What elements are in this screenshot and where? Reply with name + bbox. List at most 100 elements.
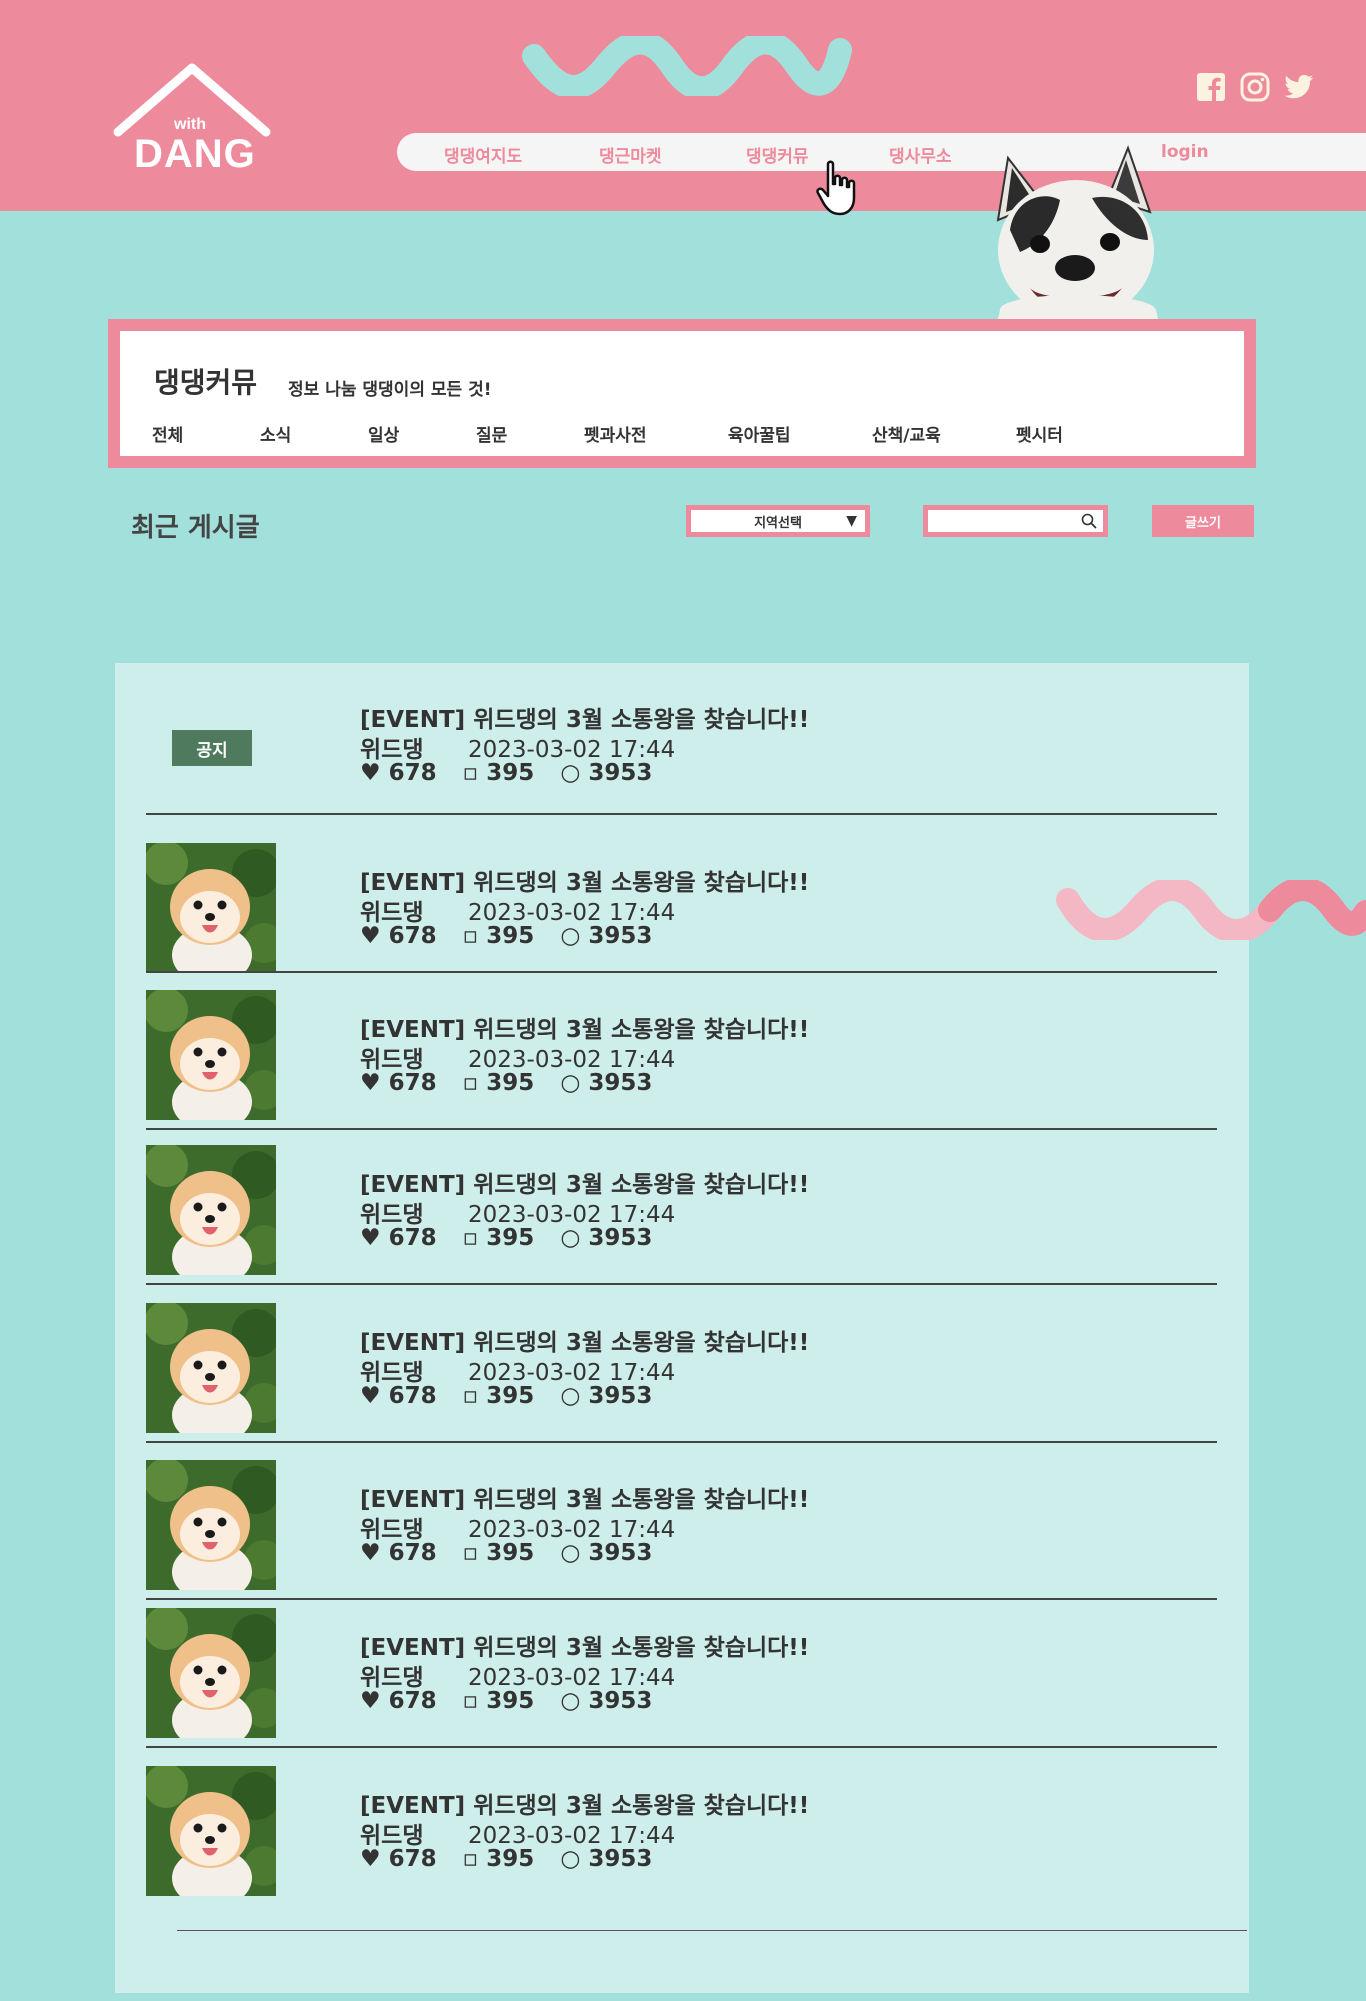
post-title[interactable]: [EVENT] 위드댕의 3월 소통왕을 찾습니다!! <box>360 1786 809 1820</box>
comment-icon: ▫ <box>462 760 479 786</box>
post-title[interactable]: [EVENT] 위드댕의 3월 소통왕을 찾습니다!! <box>360 1165 809 1199</box>
decorative-squiggle-pink <box>1056 880 1366 940</box>
tab-question[interactable]: 질문 <box>476 421 507 446</box>
dog-thumbnail[interactable] <box>146 1766 276 1896</box>
comment-count: 395 <box>486 1688 535 1714</box>
dog-thumbnail[interactable] <box>146 1460 276 1590</box>
comment-icon: ▫ <box>462 1070 479 1096</box>
nav-item-map[interactable]: 댕댕여지도 <box>444 142 522 167</box>
tab-pet-dictionary[interactable]: 펫과사전 <box>584 421 647 446</box>
row-divider <box>146 1598 1217 1600</box>
dog-thumbnail[interactable] <box>146 843 276 973</box>
recent-posts-title: 최근 게시글 <box>131 513 260 543</box>
search-input[interactable] <box>934 511 1074 532</box>
nav-item-community[interactable]: 댕댕커뮤 <box>746 142 809 167</box>
like-count: 678 <box>388 1225 437 1251</box>
post-stats: ♥ 678 ▫ 395 ○ 3953 <box>360 1688 670 1714</box>
search-icon[interactable] <box>1081 513 1097 529</box>
post-author: 위드댕 <box>360 1517 424 1543</box>
search-box <box>923 505 1108 537</box>
heart-icon: ♥ <box>360 1688 381 1714</box>
post-meta: 위드댕 2023-03-02 17:44 <box>360 1353 675 1387</box>
like-count: 678 <box>388 1688 437 1714</box>
instagram-icon[interactable] <box>1240 72 1270 102</box>
like-count: 678 <box>388 1383 437 1409</box>
row-divider <box>146 813 1217 815</box>
dog-thumbnail[interactable] <box>146 1145 276 1275</box>
post-author: 위드댕 <box>360 1360 424 1386</box>
region-select-label: 지역선택 <box>754 515 802 531</box>
post-stats: ♥ 678 ▫ 395 ○ 3953 <box>360 1225 670 1251</box>
comment-count: 395 <box>486 1225 535 1251</box>
like-count: 678 <box>388 1846 437 1872</box>
row-divider <box>146 1283 1217 1285</box>
view-icon: ○ <box>560 1383 581 1409</box>
dog-thumbnail[interactable] <box>146 1303 276 1433</box>
post-title[interactable]: [EVENT] 위드댕의 3월 소통왕을 찾습니다!! <box>360 863 809 897</box>
tab-parenting-tips[interactable]: 육아꿀팁 <box>728 421 791 446</box>
comment-icon: ▫ <box>462 1383 479 1409</box>
list-bottom-divider <box>177 1930 1247 1931</box>
view-icon: ○ <box>560 1540 581 1566</box>
view-icon: ○ <box>560 760 581 786</box>
main-nav: 댕댕여지도 댕근마켓 댕댕커뮤 댕사무소 login <box>397 133 1366 171</box>
view-icon: ○ <box>560 1225 581 1251</box>
tab-walk-education[interactable]: 산책/교육 <box>872 421 941 446</box>
region-select[interactable]: 지역선택 ▼ <box>686 505 870 537</box>
comment-icon: ▫ <box>462 1540 479 1566</box>
comment-count: 395 <box>486 760 535 786</box>
nav-item-market[interactable]: 댕근마켓 <box>599 142 662 167</box>
nav-item-office[interactable]: 댕사무소 <box>889 142 952 167</box>
tab-daily[interactable]: 일상 <box>368 421 399 446</box>
post-meta: 위드댕 2023-03-02 17:44 <box>360 1816 675 1850</box>
comment-icon: ▫ <box>462 1688 479 1714</box>
view-icon: ○ <box>560 1688 581 1714</box>
post-author: 위드댕 <box>360 900 424 926</box>
post-meta: 위드댕 2023-03-02 17:44 <box>360 1658 675 1692</box>
logo-dang-text: DANG <box>134 132 256 176</box>
logo[interactable]: with DANG <box>112 62 272 177</box>
post-meta: 위드댕 2023-03-02 17:44 <box>360 1510 675 1544</box>
post-title[interactable]: [EVENT] 위드댕의 3월 소통왕을 찾습니다!! <box>360 1010 809 1044</box>
comment-icon: ▫ <box>462 923 479 949</box>
dog-thumbnail[interactable] <box>146 990 276 1120</box>
heart-icon: ♥ <box>360 1540 381 1566</box>
post-stats: ♥ 678 ▫ 395 ○ 3953 <box>360 1846 670 1872</box>
view-count: 3953 <box>588 1540 653 1566</box>
view-count: 3953 <box>588 1846 653 1872</box>
like-count: 678 <box>388 1070 437 1096</box>
community-title: 댕댕커뮤 <box>154 366 258 399</box>
twitter-icon[interactable] <box>1284 72 1314 102</box>
tab-pet-sitter[interactable]: 펫시터 <box>1016 421 1063 446</box>
post-title[interactable]: [EVENT] 위드댕의 3월 소통왕을 찾습니다!! <box>360 700 809 734</box>
dog-thumbnail[interactable] <box>146 1608 276 1738</box>
comment-count: 395 <box>486 1846 535 1872</box>
post-title[interactable]: [EVENT] 위드댕의 3월 소통왕을 찾습니다!! <box>360 1323 809 1357</box>
comment-count: 395 <box>486 1383 535 1409</box>
view-icon: ○ <box>560 1846 581 1872</box>
like-count: 678 <box>388 923 437 949</box>
tab-all[interactable]: 전체 <box>152 421 183 446</box>
comment-icon: ▫ <box>462 1225 479 1251</box>
view-count: 3953 <box>588 1070 653 1096</box>
post-author: 위드댕 <box>360 737 424 763</box>
comment-icon: ▫ <box>462 1846 479 1872</box>
row-divider <box>146 1441 1217 1443</box>
post-stats: ♥ 678 ▫ 395 ○ 3953 <box>360 1540 670 1566</box>
notice-badge: 공지 <box>172 730 252 766</box>
comment-count: 395 <box>486 923 535 949</box>
post-meta: 위드댕 2023-03-02 17:44 <box>360 893 675 927</box>
facebook-icon[interactable] <box>1196 72 1226 102</box>
post-title[interactable]: [EVENT] 위드댕의 3월 소통왕을 찾습니다!! <box>360 1628 809 1662</box>
post-title[interactable]: [EVENT] 위드댕의 3월 소통왕을 찾습니다!! <box>360 1480 809 1514</box>
post-author: 위드댕 <box>360 1823 424 1849</box>
heart-icon: ♥ <box>360 1225 381 1251</box>
write-button[interactable]: 글쓰기 <box>1152 505 1254 537</box>
view-icon: ○ <box>560 1070 581 1096</box>
hand-pointer-icon <box>816 160 856 216</box>
post-author: 위드댕 <box>360 1665 424 1691</box>
post-stats: ♥ 678 ▫ 395 ○ 3953 <box>360 1070 670 1096</box>
view-icon: ○ <box>560 923 581 949</box>
dropdown-arrow-icon: ▼ <box>846 513 857 529</box>
tab-news[interactable]: 소식 <box>260 421 291 446</box>
